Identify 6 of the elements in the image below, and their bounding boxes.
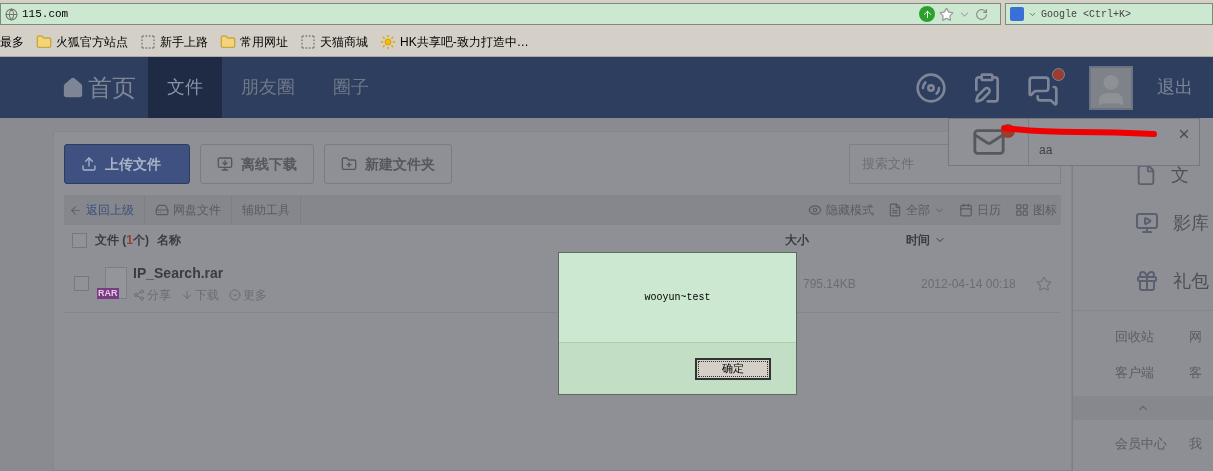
search-placeholder: Google <Ctrl+K>: [1041, 7, 1131, 22]
url-text: 115.com: [22, 6, 70, 22]
file-type-badge: RAR: [97, 287, 119, 299]
alert-message: wooyun~test: [644, 291, 711, 305]
notification-message: aa: [1039, 142, 1054, 159]
file-count: 文件 (1个): [95, 232, 150, 249]
